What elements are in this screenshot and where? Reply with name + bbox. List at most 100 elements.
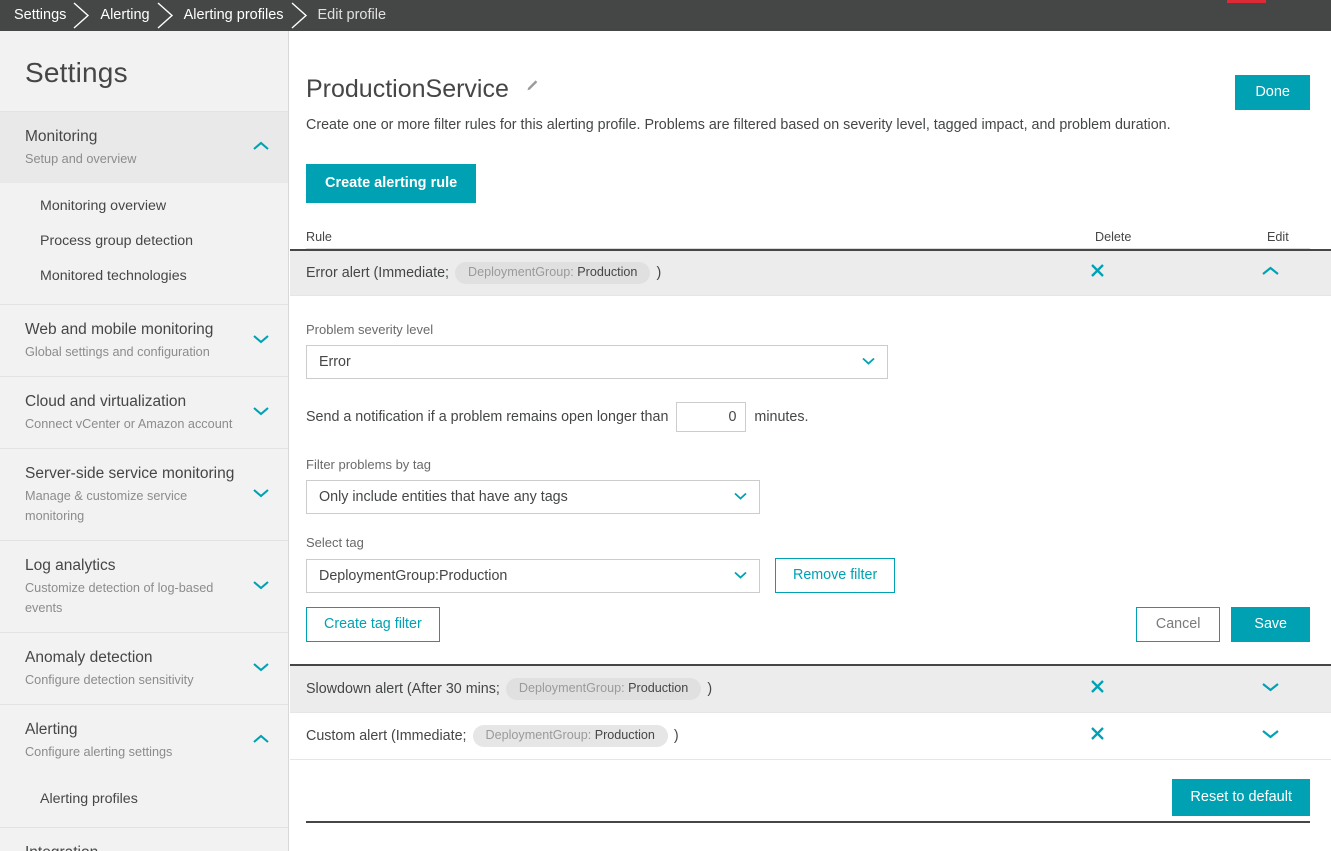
sidebar-group-title: Cloud and virtualization [25,393,187,410]
table-row[interactable]: Slowdown alert (After 30 mins; Deploymen… [290,666,1331,713]
sidebar-group-subtitle: Manage & customize service monitoring [25,489,188,523]
duration-row: Send a notification if a problem remains… [306,402,1310,432]
expand-rule-button[interactable] [1258,680,1310,698]
sidebar-group-title: Alerting [25,721,78,738]
breadcrumb-separator-icon [66,0,100,31]
sidebar-group-title: Integration [25,842,248,851]
sidebar-group-title: Log analytics [25,557,116,574]
sidebar-group-monitoring[interactable]: Monitoring Setup and overview [0,111,288,183]
chevron-down-icon [733,568,748,584]
rule-prefix-text: Error alert (Immediate; [306,265,450,281]
breadcrumb-item-alerting-profiles[interactable]: Alerting profiles [184,0,284,31]
tag-badge: DeploymentGroup: Production [455,262,651,284]
delete-rule-button[interactable] [1086,678,1258,700]
tag-value: Production [628,681,689,695]
rules-table: Rule Delete Edit Error alert (Immediate;… [290,227,1331,823]
table-row[interactable]: Error alert (Immediate; DeploymentGroup:… [290,249,1331,296]
duration-input[interactable] [676,402,747,432]
close-x-icon [1089,678,1106,700]
column-header-rule: Rule [306,230,1086,249]
chevron-up-icon [1261,264,1280,282]
chevron-down-icon [252,404,270,422]
select-tag-select[interactable]: DeploymentGroup:Production [306,558,760,593]
table-row[interactable]: Custom alert (Immediate; DeploymentGroup… [290,713,1331,760]
sidebar-title: Settings [25,57,128,88]
tag-value: Production [594,728,655,742]
severity-select-value: Error [319,354,351,370]
sidebar-group-subtitle: Configure detection sensitivity [25,673,194,687]
sidebar-item-monitored-technologies[interactable]: Monitored technologies [0,259,288,294]
done-button[interactable]: Done [1235,75,1310,110]
sidebar-sublist-monitoring: Monitoring overview Process group detect… [0,183,288,304]
sidebar-group-title: Anomaly detection [25,649,153,666]
page-title-text: ProductionService [306,75,509,103]
rule-suffix-text: ) [656,265,662,281]
severity-select[interactable]: Error [306,345,888,379]
chevron-down-icon [252,660,270,678]
duration-label-after: minutes. [754,409,809,425]
rule-suffix-text: ) [673,728,679,744]
save-button[interactable]: Save [1231,607,1310,642]
breadcrumb-bar: Settings Alerting Alerting profiles Edit… [0,0,1331,31]
breadcrumb-separator-icon [284,0,318,31]
sidebar-group-title: Web and mobile monitoring [25,321,214,338]
create-alerting-rule-button[interactable]: Create alerting rule [306,164,477,203]
page-title: ProductionService [306,71,540,104]
reset-to-default-button[interactable]: Reset to default [1172,779,1310,816]
sidebar-item-process-group-detection[interactable]: Process group detection [0,224,288,259]
settings-sidebar: Settings Monitoring Setup and overview M… [0,31,289,851]
sidebar-group-subtitle: Configure alerting settings [25,745,173,759]
severity-label: Problem severity level [306,322,434,337]
sidebar-group-web-and-mobile-monitoring[interactable]: Web and mobile monitoring Global setting… [0,304,288,376]
remove-filter-button[interactable]: Remove filter [775,558,896,593]
footer-divider [306,821,1310,823]
rules-table-header: Rule Delete Edit [290,227,1331,249]
breadcrumb-item-edit-profile: Edit profile [317,7,387,23]
sidebar-group-anomaly-detection[interactable]: Anomaly detection Configure detection se… [0,632,288,704]
sidebar-group-integration[interactable]: Integration Integrate Dynatrace with 3rd… [0,827,288,851]
sidebar-group-subtitle: Global settings and configuration [25,345,210,359]
page-description: Create one or more filter rules for this… [306,117,1171,133]
sidebar-group-alerting[interactable]: Alerting Configure alerting settings [0,704,288,776]
duration-label-before: Send a notification if a problem remains… [306,409,669,425]
sidebar-sublist-alerting: Alerting profiles [0,776,288,827]
close-x-icon [1089,262,1106,284]
delete-rule-button[interactable] [1086,725,1258,747]
breadcrumb-item-settings[interactable]: Settings [0,0,66,31]
sidebar-item-alerting-profiles[interactable]: Alerting profiles [0,782,288,817]
main-content: ProductionService Done Create one or mor… [290,31,1331,851]
tag-badge: DeploymentGroup: Production [472,725,668,747]
tag-mode-select[interactable]: Only include entities that have any tags [306,480,760,514]
tag-key: DeploymentGroup: [518,681,625,695]
rule-prefix-text: Slowdown alert (After 30 mins; [306,681,500,697]
sidebar-item-monitoring-overview[interactable]: Monitoring overview [0,189,288,224]
create-tag-filter-button[interactable]: Create tag filter [306,607,440,642]
rule-label: Custom alert (Immediate; DeploymentGroup… [306,725,1086,747]
delete-rule-button[interactable] [1086,262,1258,284]
select-tag-value: DeploymentGroup:Production [319,567,508,584]
sidebar-group-server-side-service-monitoring[interactable]: Server-side service monitoring Manage & … [0,448,288,540]
chevron-down-icon [733,489,748,505]
sidebar-group-cloud-and-virtualization[interactable]: Cloud and virtualization Connect vCenter… [0,376,288,448]
chevron-down-icon [252,486,270,504]
cancel-button[interactable]: Cancel [1135,607,1221,642]
collapse-rule-button[interactable] [1258,264,1310,282]
column-header-delete: Delete [1086,230,1258,249]
tag-mode-label: Filter problems by tag [306,457,431,472]
tag-mode-select-value: Only include entities that have any tags [319,489,568,505]
sidebar-group-subtitle: Connect vCenter or Amazon account [25,417,233,431]
rule-suffix-text: ) [707,681,713,697]
sidebar-group-subtitle: Setup and overview [25,152,137,166]
rule-label: Error alert (Immediate; DeploymentGroup:… [306,262,1086,284]
sidebar-group-log-analytics[interactable]: Log analytics Customize detection of log… [0,540,288,632]
chevron-up-icon [252,139,270,157]
sidebar-group-subtitle: Customize detection of log-based events [25,581,214,615]
rule-edit-form: Problem severity level Error Send a noti… [290,296,1331,666]
expand-rule-button[interactable] [1258,727,1310,745]
pencil-icon[interactable] [525,71,540,100]
footer-actions: Reset to default [290,760,1331,823]
tag-badge: DeploymentGroup: Production [505,678,702,700]
tag-value: Production [577,265,638,279]
chevron-down-icon [252,578,270,596]
breadcrumb-item-alerting[interactable]: Alerting [100,0,149,31]
